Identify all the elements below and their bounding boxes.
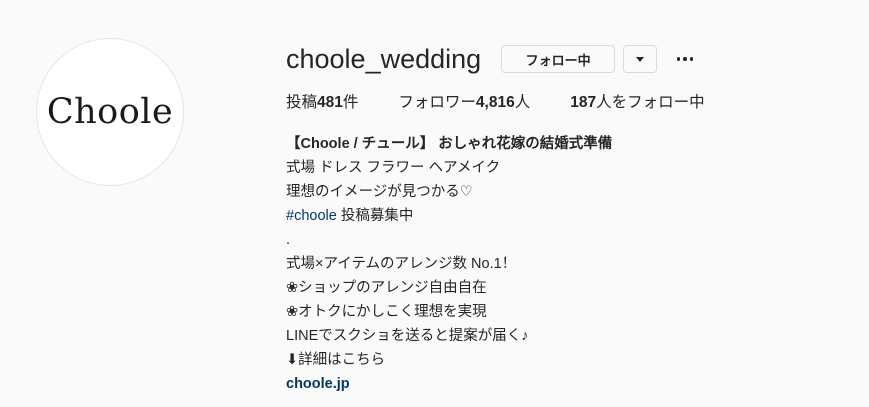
bio-line: 理想のイメージが見つかる♡	[286, 184, 473, 200]
more-options-button[interactable]	[673, 45, 697, 73]
following-count: 187	[570, 94, 597, 111]
website-link[interactable]: choole.jp	[286, 376, 350, 392]
bio-line: ⬇詳細はこちら	[286, 352, 386, 368]
profile-info: choole_wedding フォロー中 投稿481件 フォロワー4,816人 …	[286, 40, 846, 396]
bio-line: 式場 ドレス フラワー ヘアメイク	[286, 160, 501, 176]
hashtag-link[interactable]: #choole	[286, 208, 337, 224]
profile-page: Choole choole_wedding フォロー中 投稿481件 フォロワー…	[0, 0, 869, 407]
bio-line: LINEでスクショを送ると提案が届く♪	[286, 328, 529, 344]
profile-bio: 【Choole / チュール】 おしゃれ花嫁の結婚式準備 式場 ドレス フラワー…	[286, 132, 846, 396]
following-button[interactable]: フォロー中	[501, 45, 616, 73]
profile-header: choole_wedding フォロー中	[286, 40, 846, 78]
posts-count: 481	[317, 94, 343, 111]
bio-name: 【Choole / チュール】 おしゃれ花嫁の結婚式準備	[286, 136, 613, 152]
suggestions-dropdown-button[interactable]	[623, 45, 658, 73]
bio-hashtag-line: #choole 投稿募集中	[286, 208, 414, 224]
chevron-down-icon	[636, 56, 645, 62]
more-options-icon	[676, 57, 681, 61]
bio-line: 式場×アイテムのアレンジ数 No.1！	[286, 256, 517, 272]
username: choole_wedding	[286, 44, 482, 74]
followers-stat[interactable]: フォロワー4,816人	[398, 92, 530, 114]
bio-line: ❀オトクにかしこく理想を実現	[286, 304, 487, 320]
posts-stat: 投稿481件	[286, 94, 359, 111]
following-stat[interactable]: 187人をフォロー中	[570, 92, 704, 114]
followers-count: 4,816	[475, 94, 515, 111]
profile-stats: 投稿481件 フォロワー4,816人 187人をフォロー中	[286, 92, 846, 114]
avatar-logo: Choole	[46, 92, 174, 132]
bio-line: .	[286, 232, 291, 248]
avatar[interactable]: Choole	[36, 38, 184, 186]
bio-line: ❀ショップのアレンジ自由自在	[286, 280, 487, 296]
